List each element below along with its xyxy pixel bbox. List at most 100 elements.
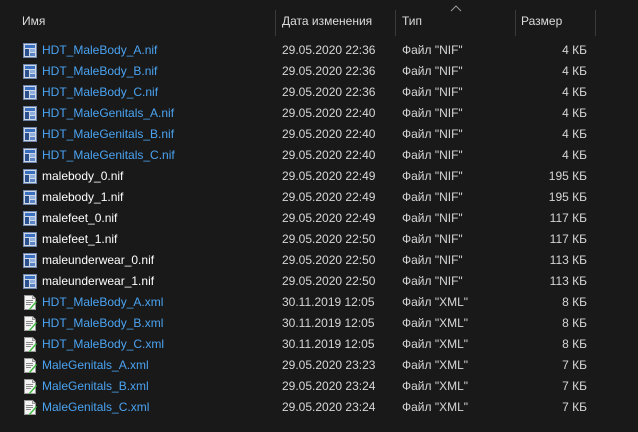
nif-file-icon <box>23 85 37 100</box>
file-size: 113 КБ <box>549 274 587 288</box>
column-header-type[interactable]: Тип <box>402 13 422 33</box>
file-date: 29.05.2020 23:24 <box>282 400 376 414</box>
file-name[interactable]: MaleGenitals_A.xml <box>42 357 149 374</box>
xml-file-icon <box>23 337 37 352</box>
file-row[interactable]: HDT_MaleBody_B.xml 30.11.2019 12:05 Файл "… <box>0 313 638 334</box>
file-name[interactable]: MaleGenitals_B.xml <box>42 378 149 395</box>
file-date: 29.05.2020 22:40 <box>282 106 376 120</box>
file-date: 29.05.2020 22:40 <box>282 148 376 162</box>
file-row[interactable]: malebody_0.nif 29.05.2020 22:49 Файл "NIF"… <box>0 166 638 187</box>
file-name[interactable]: malebody_0.nif <box>42 168 123 185</box>
file-date: 29.05.2020 22:36 <box>282 64 376 78</box>
column-divider[interactable] <box>515 10 516 36</box>
file-size: 8 КБ <box>562 316 587 330</box>
column-divider[interactable] <box>595 10 596 36</box>
nif-file-icon <box>23 148 37 163</box>
file-size: 195 КБ <box>548 190 587 204</box>
file-type: Файл "NIF" <box>402 253 463 267</box>
file-type: Файл "XML" <box>402 337 469 351</box>
file-name[interactable]: HDT_MaleGenitals_B.nif <box>42 126 174 143</box>
file-name[interactable]: malefeet_1.nif <box>42 231 117 248</box>
file-name[interactable]: HDT_MaleGenitals_C.nif <box>42 147 175 164</box>
file-name[interactable]: HDT_MaleBody_A.xml <box>42 294 163 311</box>
file-row[interactable]: MaleGenitals_A.xml 29.05.2020 23:23 Файл "… <box>0 355 638 376</box>
column-header-size[interactable]: Размер <box>521 13 562 33</box>
file-name[interactable]: HDT_MaleBody_B.nif <box>42 63 157 80</box>
file-row[interactable]: MaleGenitals_C.xml 29.05.2020 23:24 Файл "… <box>0 397 638 418</box>
nif-file-icon <box>23 43 37 58</box>
file-size: 113 КБ <box>549 253 587 267</box>
file-name[interactable]: maleunderwear_1.nif <box>42 273 154 290</box>
column-header-date[interactable]: Дата изменения <box>282 13 372 33</box>
file-row[interactable]: malefeet_0.nif 29.05.2020 22:49 Файл "NIF"… <box>0 208 638 229</box>
file-date: 29.05.2020 22:50 <box>282 274 376 288</box>
file-row[interactable]: HDT_MaleBody_C.nif 29.05.2020 22:36 Файл "… <box>0 82 638 103</box>
file-size: 4 КБ <box>562 85 587 99</box>
file-name[interactable]: HDT_MaleBody_A.nif <box>42 42 157 59</box>
nif-file-icon <box>23 127 37 142</box>
file-row[interactable]: HDT_MaleBody_A.xml 30.11.2019 12:05 Файл "… <box>0 292 638 313</box>
file-date: 29.05.2020 22:50 <box>282 253 376 267</box>
file-size: 117 КБ <box>549 232 587 246</box>
file-name[interactable]: HDT_MaleBody_C.xml <box>42 336 164 353</box>
file-size: 4 КБ <box>562 64 587 78</box>
file-row[interactable]: HDT_MaleGenitals_A.nif 29.05.2020 22:40 Фа… <box>0 103 638 124</box>
file-date: 30.11.2019 12:05 <box>282 337 375 351</box>
file-size: 7 КБ <box>562 400 587 414</box>
file-type: Файл "XML" <box>402 358 469 372</box>
file-date: 29.05.2020 22:49 <box>282 190 376 204</box>
column-header-name[interactable]: Имя <box>22 13 45 33</box>
file-date: 30.11.2019 12:05 <box>282 295 375 309</box>
file-size: 7 КБ <box>562 358 587 372</box>
xml-file-icon <box>23 400 37 415</box>
file-row[interactable]: HDT_MaleBody_A.nif 29.05.2020 22:36 Файл "… <box>0 40 638 61</box>
file-size: 7 КБ <box>562 379 587 393</box>
file-name[interactable]: maleunderwear_0.nif <box>42 252 154 269</box>
file-list: HDT_MaleBody_A.nif 29.05.2020 22:36 Файл "… <box>0 40 638 418</box>
file-size: 4 КБ <box>562 43 587 57</box>
column-divider[interactable] <box>395 10 396 36</box>
file-type: Файл "NIF" <box>402 211 463 225</box>
column-header-bar: Имя Дата изменения Тип Размер <box>0 0 638 40</box>
file-date: 29.05.2020 22:50 <box>282 232 376 246</box>
file-size: 4 КБ <box>562 148 587 162</box>
file-name[interactable]: malebody_1.nif <box>42 189 123 206</box>
file-type: Файл "NIF" <box>402 43 463 57</box>
file-row[interactable]: HDT_MaleBody_C.xml 30.11.2019 12:05 Файл "… <box>0 334 638 355</box>
file-type: Файл "NIF" <box>402 127 463 141</box>
file-name[interactable]: HDT_MaleGenitals_A.nif <box>42 105 174 122</box>
file-type: Файл "XML" <box>402 316 469 330</box>
file-size: 195 КБ <box>548 169 587 183</box>
xml-file-icon <box>23 295 37 310</box>
nif-file-icon <box>23 169 37 184</box>
file-type: Файл "NIF" <box>402 169 463 183</box>
file-row[interactable]: HDT_MaleGenitals_C.nif 29.05.2020 22:40 Фа… <box>0 145 638 166</box>
file-row[interactable]: malefeet_1.nif 29.05.2020 22:50 Файл "NIF"… <box>0 229 638 250</box>
file-row[interactable]: malebody_1.nif 29.05.2020 22:49 Файл "NIF"… <box>0 187 638 208</box>
file-date: 29.05.2020 22:36 <box>282 85 376 99</box>
file-type: Файл "XML" <box>402 295 469 309</box>
file-type: Файл "NIF" <box>402 85 463 99</box>
file-row[interactable]: MaleGenitals_B.xml 29.05.2020 23:24 Файл "… <box>0 376 638 397</box>
file-size: 117 КБ <box>549 211 587 225</box>
xml-file-icon <box>23 316 37 331</box>
file-size: 4 КБ <box>562 106 587 120</box>
file-date: 30.11.2019 12:05 <box>282 316 375 330</box>
file-row[interactable]: HDT_MaleGenitals_B.nif 29.05.2020 22:40 Фа… <box>0 124 638 145</box>
sort-chevron-up-icon <box>450 5 462 12</box>
file-name[interactable]: HDT_MaleBody_B.xml <box>42 315 163 332</box>
file-type: Файл "NIF" <box>402 106 463 120</box>
file-type: Файл "XML" <box>402 379 469 393</box>
file-row[interactable]: maleunderwear_1.nif 29.05.2020 22:50 Файл … <box>0 271 638 292</box>
file-date: 29.05.2020 22:49 <box>282 169 376 183</box>
file-row[interactable]: maleunderwear_0.nif 29.05.2020 22:50 Файл … <box>0 250 638 271</box>
column-divider[interactable] <box>275 10 276 36</box>
file-name[interactable]: malefeet_0.nif <box>42 210 117 227</box>
file-name[interactable]: MaleGenitals_C.xml <box>42 399 149 416</box>
file-type: Файл "NIF" <box>402 64 463 78</box>
nif-file-icon <box>23 211 37 226</box>
file-name[interactable]: HDT_MaleBody_C.nif <box>42 84 158 101</box>
file-row[interactable]: HDT_MaleBody_B.nif 29.05.2020 22:36 Файл "… <box>0 61 638 82</box>
file-type: Файл "NIF" <box>402 148 463 162</box>
file-type: Файл "XML" <box>402 400 469 414</box>
